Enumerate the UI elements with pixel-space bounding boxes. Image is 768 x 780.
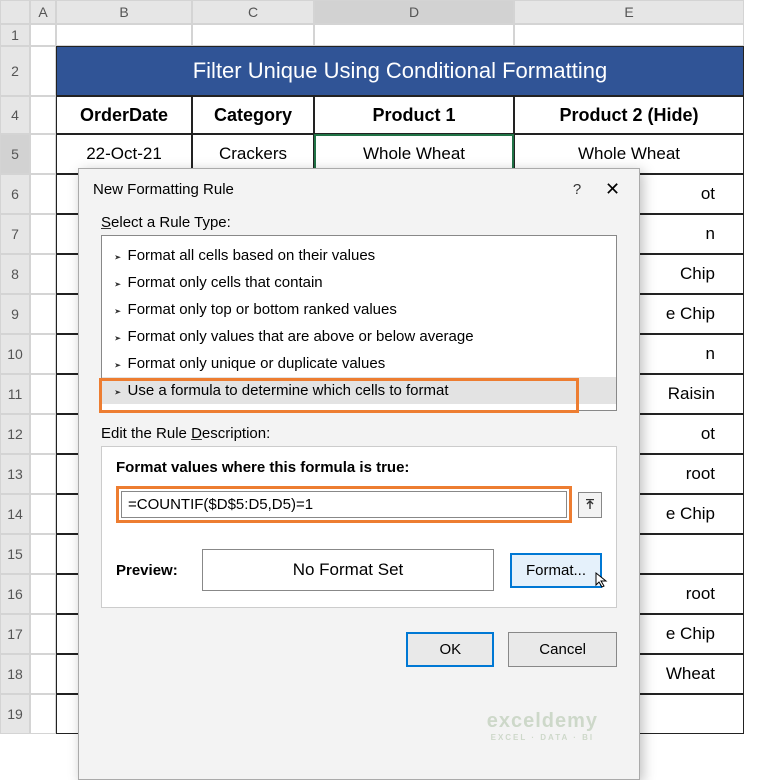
row-header[interactable]: 18 [0,654,30,694]
row-header[interactable]: 9 [0,294,30,334]
cell[interactable] [514,24,744,46]
header-category[interactable]: Category [192,96,314,134]
preview-box: No Format Set [202,549,494,591]
arrow-icon [114,247,122,264]
col-header-d[interactable]: D [314,0,514,24]
header-orderdate[interactable]: OrderDate [56,96,192,134]
new-formatting-rule-dialog: New Formatting Rule ? ✕ Select a Rule Ty… [78,168,640,780]
rule-type-item-formula[interactable]: Use a formula to determine which cells t… [102,377,616,404]
cancel-button[interactable]: Cancel [508,632,617,667]
cell[interactable] [30,174,56,214]
cell[interactable] [30,574,56,614]
cell[interactable] [30,46,56,96]
select-all-corner[interactable] [0,0,30,24]
rule-type-item[interactable]: Format only top or bottom ranked values [102,296,616,323]
row-header[interactable]: 17 [0,614,30,654]
row-header[interactable]: 15 [0,534,30,574]
header-product2[interactable]: Product 2 (Hide) [514,96,744,134]
rule-type-text: Format only unique or duplicate values [128,355,386,372]
cell[interactable] [30,254,56,294]
cursor-icon [594,571,612,594]
arrow-icon [114,301,122,318]
rule-type-item[interactable]: Format only values that are above or bel… [102,323,616,350]
row-header-2[interactable]: 2 [0,46,30,96]
col-header-e[interactable]: E [514,0,744,24]
cell[interactable] [30,414,56,454]
arrow-icon [114,274,122,291]
cell[interactable] [30,96,56,134]
close-icon[interactable]: ✕ [605,179,625,200]
help-button[interactable]: ? [567,181,587,198]
arrow-icon [114,382,122,399]
collapse-dialog-button[interactable] [578,492,602,518]
row-header[interactable]: 7 [0,214,30,254]
rule-type-list[interactable]: Format all cells based on their values F… [101,235,617,411]
cell[interactable] [30,334,56,374]
format-button[interactable]: Format... [510,553,602,588]
row-header[interactable]: 12 [0,414,30,454]
rule-type-text: Format only top or bottom ranked values [128,301,397,318]
ok-button[interactable]: OK [406,632,494,667]
cell[interactable] [30,694,56,734]
row-header[interactable]: 14 [0,494,30,534]
formula-input[interactable] [121,491,567,518]
row-header-4[interactable]: 4 [0,96,30,134]
rule-type-item[interactable]: Format all cells based on their values [102,242,616,269]
title-cell[interactable]: Filter Unique Using Conditional Formatti… [56,46,744,96]
rule-type-item[interactable]: Format only unique or duplicate values [102,350,616,377]
col-header-c[interactable]: C [192,0,314,24]
formula-label: Format values where this formula is true… [116,459,602,476]
preview-label: Preview: [116,562,186,579]
cell[interactable] [30,654,56,694]
cell[interactable] [30,134,56,174]
row-header[interactable]: 8 [0,254,30,294]
cell[interactable] [192,24,314,46]
col-header-a[interactable]: A [30,0,56,24]
rule-type-text: Format all cells based on their values [128,247,376,264]
col-header-b[interactable]: B [56,0,192,24]
cell[interactable] [30,614,56,654]
arrow-icon [114,328,122,345]
row-header-5[interactable]: 5 [0,134,30,174]
arrow-icon [114,355,122,372]
cell[interactable] [30,534,56,574]
row-header[interactable]: 11 [0,374,30,414]
highlight-annotation [116,486,572,523]
row-header[interactable]: 10 [0,334,30,374]
format-button-label: Format... [526,562,586,579]
rule-type-item[interactable]: Format only cells that contain [102,269,616,296]
row-header[interactable]: 16 [0,574,30,614]
cell[interactable] [30,294,56,334]
row-header-1[interactable]: 1 [0,24,30,46]
rule-type-text: Use a formula to determine which cells t… [128,382,449,399]
row-header[interactable]: 6 [0,174,30,214]
select-rule-type-label: Select a Rule Type: [101,214,617,231]
cell[interactable] [30,374,56,414]
edit-rule-description-label: Edit the Rule Description: [101,425,617,442]
cell[interactable] [314,24,514,46]
cell[interactable] [30,214,56,254]
rule-type-text: Format only values that are above or bel… [128,328,474,345]
cell[interactable] [56,24,192,46]
dialog-title: New Formatting Rule [93,181,234,198]
cell[interactable] [30,24,56,46]
row-header[interactable]: 13 [0,454,30,494]
rule-description-box: Format values where this formula is true… [101,446,617,608]
cell[interactable] [30,454,56,494]
row-header[interactable]: 19 [0,694,30,734]
header-product1[interactable]: Product 1 [314,96,514,134]
cell[interactable] [30,494,56,534]
rule-type-text: Format only cells that contain [128,274,323,291]
